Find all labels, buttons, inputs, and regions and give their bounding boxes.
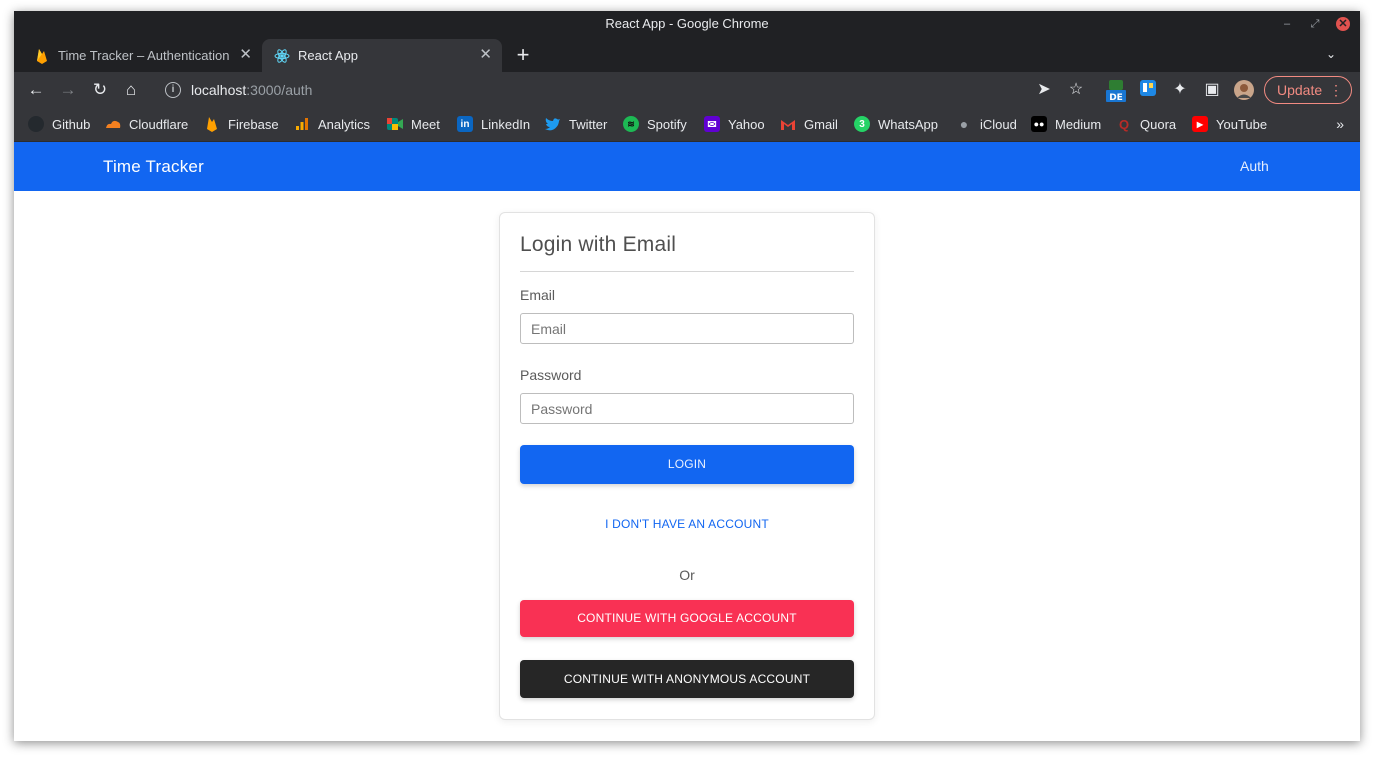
login-button[interactable]: LOGIN [520, 445, 854, 484]
bookmark-yahoo[interactable]: ✉ Yahoo [704, 116, 765, 132]
bookmark-twitter[interactable]: Twitter [545, 116, 607, 132]
bookmark-label: YouTube [1216, 116, 1268, 132]
cloudflare-icon [105, 116, 121, 132]
bookmark-label: Analytics [318, 116, 371, 132]
react-icon [274, 48, 290, 64]
more-vert-icon[interactable]: ⋮ [1329, 77, 1343, 103]
bookmark-label: Cloudflare [129, 116, 189, 132]
google-login-button[interactable]: CONTINUE WITH GOOGLE ACCOUNT [520, 600, 854, 637]
info-icon[interactable]: i [165, 82, 181, 98]
bookmark-label: Github [52, 116, 91, 132]
browser-toolbar: ← → ↻ ⌂ i localhost :3000/auth ➤ ☆ DE ✦ … [14, 72, 1360, 108]
url-path: :3000/auth [246, 82, 313, 98]
github-icon [28, 116, 44, 132]
bookmark-linkedin[interactable]: in LinkedIn [457, 116, 530, 132]
maximize-icon[interactable]: ⤢ [1308, 17, 1322, 31]
tab-label: React App [298, 48, 358, 63]
svg-text:DE: DE [1109, 93, 1123, 102]
bookmark-gmail[interactable]: Gmail [780, 116, 838, 132]
twitter-icon [545, 116, 561, 132]
update-label: Update [1277, 82, 1323, 98]
bookmark-label: iCloud [980, 116, 1017, 132]
title-bar: React App - Google Chrome – ⤢ ✕ Time Tra… [14, 11, 1360, 72]
analytics-icon [294, 116, 310, 132]
bookmark-label: Quora [1140, 116, 1177, 132]
bookmark-label: Firebase [228, 116, 279, 132]
email-field[interactable] [520, 313, 854, 344]
bookmark-icloud[interactable]: ● iCloud [956, 116, 1017, 132]
bookmark-meet[interactable]: Meet [387, 116, 440, 132]
firebase-icon [34, 48, 50, 64]
bookmark-medium[interactable]: ●● Medium [1031, 116, 1101, 132]
bookmark-label: WhatsApp [878, 116, 938, 132]
password-label: Password [520, 367, 582, 383]
de-extension-icon[interactable]: DE [1106, 80, 1126, 103]
gmail-icon [780, 116, 796, 132]
close-window-icon[interactable]: ✕ [1336, 17, 1350, 31]
avatar[interactable] [1234, 80, 1254, 100]
firebase-icon [204, 116, 220, 132]
youtube-icon: ▶ [1192, 116, 1208, 132]
extensions-icon[interactable]: ✦ [1170, 80, 1190, 100]
spotify-icon: ≋ [623, 116, 639, 132]
quora-icon: Q [1118, 116, 1130, 132]
nav-auth-link[interactable]: Auth [1240, 158, 1269, 174]
medium-icon: ●● [1031, 116, 1047, 132]
side-panel-icon[interactable]: ▣ [1202, 80, 1222, 100]
back-icon[interactable]: ← [26, 80, 46, 100]
bookmark-label: LinkedIn [481, 116, 531, 132]
url-host: localhost [191, 82, 247, 98]
brand-link[interactable]: Time Tracker [103, 157, 204, 177]
bookmark-label: Gmail [804, 116, 838, 132]
bookmark-firebase[interactable]: Firebase [204, 116, 279, 132]
login-card: Login with Email Email Password LOGIN I … [499, 212, 875, 720]
bookmark-github[interactable]: Github [28, 116, 90, 132]
bookmark-quora[interactable]: Q Quora [1116, 116, 1176, 132]
bookmark-whatsapp[interactable]: 3 WhatsApp [854, 116, 938, 132]
close-tab-icon[interactable]: ✕ [239, 47, 252, 63]
update-button[interactable]: Update ⋮ [1264, 76, 1352, 104]
tab-time-tracker[interactable]: Time Tracker – Authentication ✕ [22, 39, 262, 72]
bookmark-spotify[interactable]: ≋ Spotify [623, 116, 687, 132]
send-icon[interactable]: ➤ [1034, 80, 1054, 100]
home-icon[interactable]: ⌂ [121, 80, 141, 100]
star-icon[interactable]: ☆ [1066, 80, 1086, 100]
divider [520, 271, 854, 272]
bookmark-label: Yahoo [728, 116, 765, 132]
email-label: Email [520, 287, 556, 303]
bookmarks-bar: Github Cloudflare Firebase Analytics Mee… [14, 108, 1360, 142]
card-title: Login with Email [520, 233, 677, 256]
yahoo-icon: ✉ [704, 116, 720, 132]
bookmark-label: Spotify [647, 116, 687, 132]
meet-icon [387, 116, 403, 132]
bookmark-label: Twitter [569, 116, 608, 132]
no-account-link[interactable]: I DON'T HAVE AN ACCOUNT [520, 517, 854, 531]
more-bookmarks-icon[interactable]: » [1336, 116, 1344, 132]
reload-icon[interactable]: ↻ [90, 80, 110, 100]
bookmark-label: Meet [411, 116, 440, 132]
bookmark-youtube[interactable]: ▶ YouTube [1192, 116, 1267, 132]
tab-react-app[interactable]: React App ✕ [262, 39, 502, 72]
close-tab-icon[interactable]: ✕ [479, 47, 492, 63]
forward-icon[interactable]: → [58, 80, 78, 100]
window-title: React App - Google Chrome [605, 16, 769, 31]
app-navbar: Time Tracker Auth [14, 142, 1360, 191]
minimize-icon[interactable]: – [1280, 17, 1294, 31]
trello-icon[interactable] [1138, 80, 1158, 100]
browser-window: React App - Google Chrome – ⤢ ✕ Time Tra… [14, 11, 1360, 741]
whatsapp-icon: 3 [854, 116, 870, 132]
address-bar[interactable]: i localhost :3000/auth [154, 76, 1034, 104]
bookmark-label: Medium [1055, 116, 1102, 132]
bookmark-analytics[interactable]: Analytics [294, 116, 370, 132]
tab-label: Time Tracker – Authentication [58, 48, 230, 63]
chevron-down-icon[interactable]: ⌄ [1326, 47, 1336, 61]
password-field[interactable] [520, 393, 854, 424]
or-separator: Or [679, 567, 695, 583]
anonymous-login-button[interactable]: CONTINUE WITH ANONYMOUS ACCOUNT [520, 660, 854, 698]
new-tab-icon[interactable]: + [512, 44, 534, 66]
apple-icon: ● [959, 116, 969, 132]
bookmark-cloudflare[interactable]: Cloudflare [105, 116, 188, 132]
linkedin-icon: in [457, 116, 473, 132]
